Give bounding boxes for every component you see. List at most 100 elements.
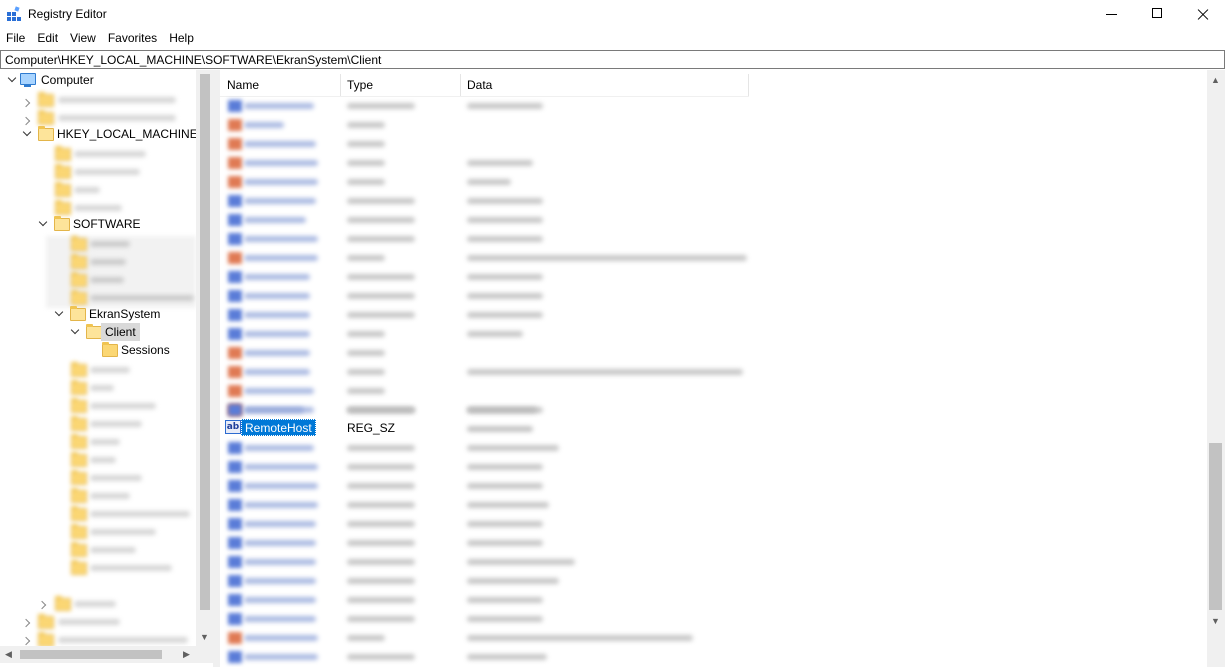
redacted-value-text: [347, 483, 415, 489]
redacted-key[interactable]: [74, 601, 116, 607]
redacted-key[interactable]: [90, 439, 120, 445]
maximize-icon: [1152, 8, 1162, 18]
redacted-key[interactable]: [90, 493, 130, 499]
redacted-key[interactable]: [58, 637, 188, 643]
dword-value-icon: [228, 499, 242, 511]
dword-value-icon: [228, 556, 242, 568]
redacted-value-text: [244, 445, 314, 451]
dword-value-icon: [228, 651, 242, 663]
chevron-down-icon[interactable]: [39, 218, 49, 228]
chevron-right-icon[interactable]: [39, 600, 49, 610]
chevron-right-icon[interactable]: [23, 618, 33, 628]
redacted-value-text: [347, 103, 415, 109]
redacted-key[interactable]: [90, 403, 156, 409]
redacted-value-text: [244, 350, 310, 356]
menu-help[interactable]: Help: [163, 30, 200, 49]
tree-node-ekransystem[interactable]: EkranSystem: [0, 305, 200, 323]
computer-icon: [20, 73, 36, 87]
tree-node-hklm[interactable]: HKEY_LOCAL_MACHINE: [0, 125, 200, 143]
tree-horizontal-scroll-thumb[interactable]: [20, 650, 162, 659]
redacted-key[interactable]: [58, 619, 120, 625]
scroll-right-icon[interactable]: ▶: [183, 649, 190, 660]
menu-file[interactable]: File: [0, 30, 31, 49]
redacted-key[interactable]: [90, 457, 116, 463]
scroll-left-icon[interactable]: ◀: [5, 649, 12, 660]
redacted-value-text: [467, 103, 543, 109]
redacted-key[interactable]: [58, 115, 176, 121]
maximize-button[interactable]: [1134, 0, 1180, 30]
folder-icon: [38, 614, 54, 629]
redacted-value-text: [467, 312, 543, 318]
menu-view[interactable]: View: [64, 30, 102, 49]
redacted-key[interactable]: [74, 151, 146, 157]
redacted-key[interactable]: [90, 259, 126, 265]
redacted-value-text: [244, 103, 314, 109]
redacted-key[interactable]: [90, 367, 130, 373]
close-button[interactable]: [1180, 0, 1225, 30]
redacted-key[interactable]: [74, 187, 100, 193]
chevron-down-icon[interactable]: [23, 128, 33, 138]
redacted-key[interactable]: [58, 97, 176, 103]
redacted-value-text: [244, 502, 318, 508]
redacted-key[interactable]: [90, 295, 194, 301]
redacted-value-text: [347, 616, 415, 622]
chevron-down-icon[interactable]: [71, 326, 81, 336]
dword-value-icon: [228, 537, 242, 549]
folder-icon: [71, 362, 87, 377]
address-bar[interactable]: Computer\HKEY_LOCAL_MACHINE\SOFTWARE\Ekr…: [0, 50, 1225, 69]
value-list-scroll-thumb[interactable]: [1209, 443, 1222, 610]
redacted-key[interactable]: [90, 385, 114, 391]
pane-splitter[interactable]: [213, 70, 220, 667]
redacted-key[interactable]: [74, 205, 122, 211]
redacted-key[interactable]: [90, 421, 142, 427]
redacted-key[interactable]: [90, 277, 124, 283]
redacted-value-text: [244, 559, 316, 565]
tree-vertical-scroll-thumb[interactable]: [200, 74, 210, 610]
redacted-value-text: [244, 255, 318, 261]
string-value-icon: ab: [225, 420, 241, 434]
redacted-key[interactable]: [90, 241, 130, 247]
redacted-key[interactable]: [90, 529, 156, 535]
value-name-selected[interactable]: RemoteHost: [241, 419, 316, 436]
tree-node-computer[interactable]: Computer: [0, 71, 200, 89]
window-title: Registry Editor: [28, 7, 107, 21]
redacted-value-text: [244, 654, 318, 660]
redacted-value-text: [467, 369, 743, 375]
value-data-selected: [467, 426, 533, 432]
redacted-value-text: [467, 255, 747, 261]
redacted-value-text: [244, 217, 306, 223]
redacted-key[interactable]: [74, 169, 140, 175]
scroll-down-icon[interactable]: ▼: [200, 632, 209, 642]
folder-icon: [71, 470, 87, 485]
redacted-key[interactable]: [90, 475, 142, 481]
tree-node-sessions[interactable]: Sessions: [0, 341, 200, 359]
folder-icon: [71, 488, 87, 503]
folder-icon: [71, 542, 87, 557]
column-header-data[interactable]: Data: [461, 74, 749, 96]
chevron-down-icon[interactable]: [55, 308, 65, 318]
tree-node-software[interactable]: SOFTWARE: [0, 215, 200, 233]
redacted-value-text: [347, 160, 385, 166]
redacted-key[interactable]: [90, 511, 190, 517]
dword-value-icon: [228, 518, 242, 530]
column-header-name[interactable]: Name: [220, 74, 341, 96]
menu-edit[interactable]: Edit: [31, 30, 64, 49]
redacted-value-text: [244, 388, 314, 394]
chevron-right-icon[interactable]: [23, 636, 33, 646]
scroll-up-icon[interactable]: ▲: [1211, 75, 1220, 85]
scroll-down-icon[interactable]: ▼: [1211, 616, 1220, 626]
redacted-value-text: [244, 236, 318, 242]
chevron-down-icon[interactable]: [8, 74, 18, 84]
redacted-value-text: [467, 274, 543, 280]
redacted-value-text: [467, 502, 549, 508]
redacted-value-text: [467, 179, 511, 185]
column-header-type[interactable]: Type: [341, 74, 461, 96]
redacted-key[interactable]: [90, 547, 136, 553]
menu-favorites[interactable]: Favorites: [102, 30, 163, 49]
string-value-icon: [228, 138, 242, 150]
dword-value-icon: [228, 309, 242, 321]
tree-node-client[interactable]: Client: [0, 323, 200, 341]
minimize-button[interactable]: [1088, 0, 1134, 30]
redacted-key[interactable]: [90, 565, 172, 571]
chevron-right-icon[interactable]: [23, 98, 33, 108]
